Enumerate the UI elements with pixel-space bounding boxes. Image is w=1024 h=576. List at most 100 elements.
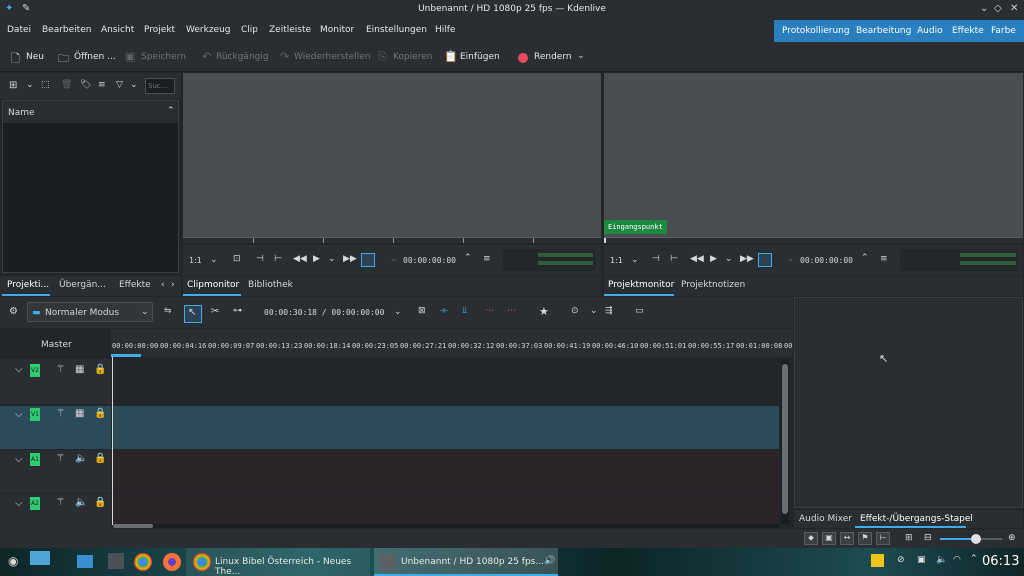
project-rewind-icon[interactable]: ◀◀ [690,254,704,264]
extract-icon[interactable]: ⋯ [507,306,516,316]
track-label[interactable]: V2 [30,364,40,377]
folder-icon[interactable]: ⬚ [41,80,50,90]
filter-icon[interactable]: ▽ [116,80,123,90]
clip-timecode-up-icon[interactable]: ⌃ [464,253,472,263]
open-button[interactable]: Öffnen ... [74,52,116,62]
filter-chevron-icon[interactable]: ⌄ [130,80,138,90]
menu-zeitleiste[interactable]: Zeitleiste [269,25,311,35]
task-browser[interactable]: Linux Bibel Österreich - Neues The... [186,548,370,576]
playhead[interactable] [112,357,113,525]
track-header-v2[interactable]: ⌵ V2 ⚚ ▦ 🔒 [0,359,111,404]
menu-bearbeiten[interactable]: Bearbeiten [42,25,91,35]
track-header-v1[interactable]: ⌵ V1 ⚚ ▦ 🔒 [0,406,111,449]
project-forward-icon[interactable]: ▶▶ [740,254,754,264]
timecode-chevron-icon[interactable]: ⌄ [394,307,402,317]
clip-monitor-ruler[interactable] [183,237,601,243]
hscroll-thumb[interactable] [113,524,153,528]
workspace-audio[interactable]: Audio [917,26,943,36]
tag-filter-icon[interactable]: ⬥ [804,532,818,545]
track-label[interactable]: V1 [30,408,40,421]
hide-video-icon[interactable]: ▦ [75,408,84,419]
workspace-protokollierung[interactable]: Protokollierung [782,26,850,36]
master-label[interactable]: Master [41,340,72,350]
sort-chevron-icon[interactable]: ⌃ [167,106,175,116]
audio-playing-icon[interactable]: 🔊 [544,556,555,566]
bin-list[interactable]: Name ⌃ [2,100,179,273]
collapse-chevron-icon[interactable]: ⌵ [15,498,23,509]
vscroll-thumb[interactable] [782,364,788,514]
track-label[interactable]: A1 [30,453,40,466]
tab-library[interactable]: Bibliothek [248,280,293,290]
add-clip-chevron-icon[interactable]: ⌄ [26,80,34,90]
desktop-pager-icon[interactable] [30,551,50,565]
effects-wand-icon[interactable]: ⚚ [56,497,65,508]
network-icon[interactable]: ◠ [953,555,961,565]
tab-transitions[interactable]: Übergän... [59,280,106,290]
project-zoom-select[interactable]: 1:1 [610,256,623,265]
effects-wand-icon[interactable]: ⚚ [56,408,65,419]
project-marker-chevron-icon[interactable]: ⌄ [787,254,795,264]
expand-icon[interactable]: ↔ [840,532,854,545]
track-header-a2[interactable]: ⌵ A2 ⚚ 🔈 🔒 [0,494,111,530]
clip-marker-chevron-icon[interactable]: ⌄ [390,254,398,264]
track-label[interactable]: A2 [30,497,40,510]
clip-forward-icon[interactable]: ▶▶ [343,254,357,264]
redo-button[interactable]: Wiederherstellen [294,52,370,62]
timeline-ruler[interactable]: 00:00:00:00 00:00:04:16 00:00:09:07 00:0… [111,329,801,357]
track-lane-a1[interactable] [113,450,779,493]
tab-effect-stack[interactable]: Effekt-/Übergangs-Stapel [860,514,973,524]
project-monitor-view[interactable]: Eingangspunkt [604,73,1023,237]
clip-rewind-icon[interactable]: ◀◀ [293,254,307,264]
timeline-timecode[interactable]: 00:00:30:18 / 00:00:00:00 [264,308,384,317]
zoom-slider[interactable] [940,534,1002,544]
zoom-in-icon[interactable]: ⊕ [1008,533,1016,543]
tab-clip-monitor[interactable]: Clipmonitor [187,280,239,290]
marker-flag-icon[interactable]: ⚑ [858,532,872,545]
clip-crop-icon[interactable] [361,253,375,267]
project-timecode-up-icon[interactable]: ⌃ [861,253,869,263]
record-chevron-icon[interactable]: ⌄ [590,306,598,316]
split-audio-icon[interactable]: ⊢ [876,532,890,545]
lock-icon[interactable]: 🔒 [94,497,106,508]
chrome-icon[interactable] [134,553,152,571]
project-play-icon[interactable]: ▶ [710,254,717,264]
effect-stack-panel[interactable]: ↖ [794,297,1023,508]
mixer-icon[interactable]: ⇶ [605,306,613,316]
notes-applet-icon[interactable] [871,554,884,567]
delete-icon[interactable]: 🗑 [61,80,72,90]
razor-tool-icon[interactable]: ✂ [211,306,219,317]
project-timecode[interactable]: 00:00:00:00 [800,256,853,265]
tag-icon[interactable]: 🏷 [80,80,91,90]
overwrite-icon[interactable]: ⫫ [462,306,467,316]
maximize-icon[interactable]: ◇ [994,3,1002,14]
insert-icon[interactable]: ⟛ [440,306,448,316]
close-icon[interactable]: ✕ [1010,3,1018,14]
lock-icon[interactable]: 🔒 [94,453,106,464]
tab-project-bin[interactable]: Projekti... [7,280,49,290]
workspace-farbe[interactable]: Farbe [991,26,1016,36]
tab-project-notes[interactable]: Projektnotizen [681,280,745,290]
menu-werkzeug[interactable]: Werkzeug [186,25,231,35]
clip-zoom-chevron-icon[interactable]: ⌄ [210,255,218,265]
subtitle-icon[interactable]: ▭ [635,306,644,316]
track-header-a1[interactable]: ⌵ A1 ⚚ 🔈 🔒 [0,450,111,493]
list-view-icon[interactable]: ≡ [98,80,106,90]
track-lane-v1[interactable] [113,406,779,449]
tab-project-monitor[interactable]: Projektmonitor [608,280,674,290]
clip-play-icon[interactable]: ▶ [313,254,320,264]
tab-audio-mixer[interactable]: Audio Mixer [799,514,852,524]
firefox-icon[interactable] [163,553,181,571]
menu-projekt[interactable]: Projekt [144,25,175,35]
zoom-out-icon[interactable]: ⊟ [924,533,932,543]
clip-menu-icon[interactable]: ≡ [483,254,491,264]
new-button[interactable]: Neu [26,52,44,62]
thumbnail-icon[interactable]: ▣ [822,532,836,545]
slip-tool-icon[interactable]: ⊶ [233,306,242,316]
zoom-slider-handle[interactable] [971,534,981,544]
track-lane-a2[interactable] [113,494,779,523]
timeline-settings-icon[interactable]: ⚙ [9,306,18,317]
menu-einstellungen[interactable]: Einstellungen [366,25,427,35]
collapse-chevron-icon[interactable]: ⌵ [15,454,23,465]
clip-timecode[interactable]: 00:00:00:00 [403,256,456,265]
mute-audio-icon[interactable]: 🔈 [75,497,87,508]
